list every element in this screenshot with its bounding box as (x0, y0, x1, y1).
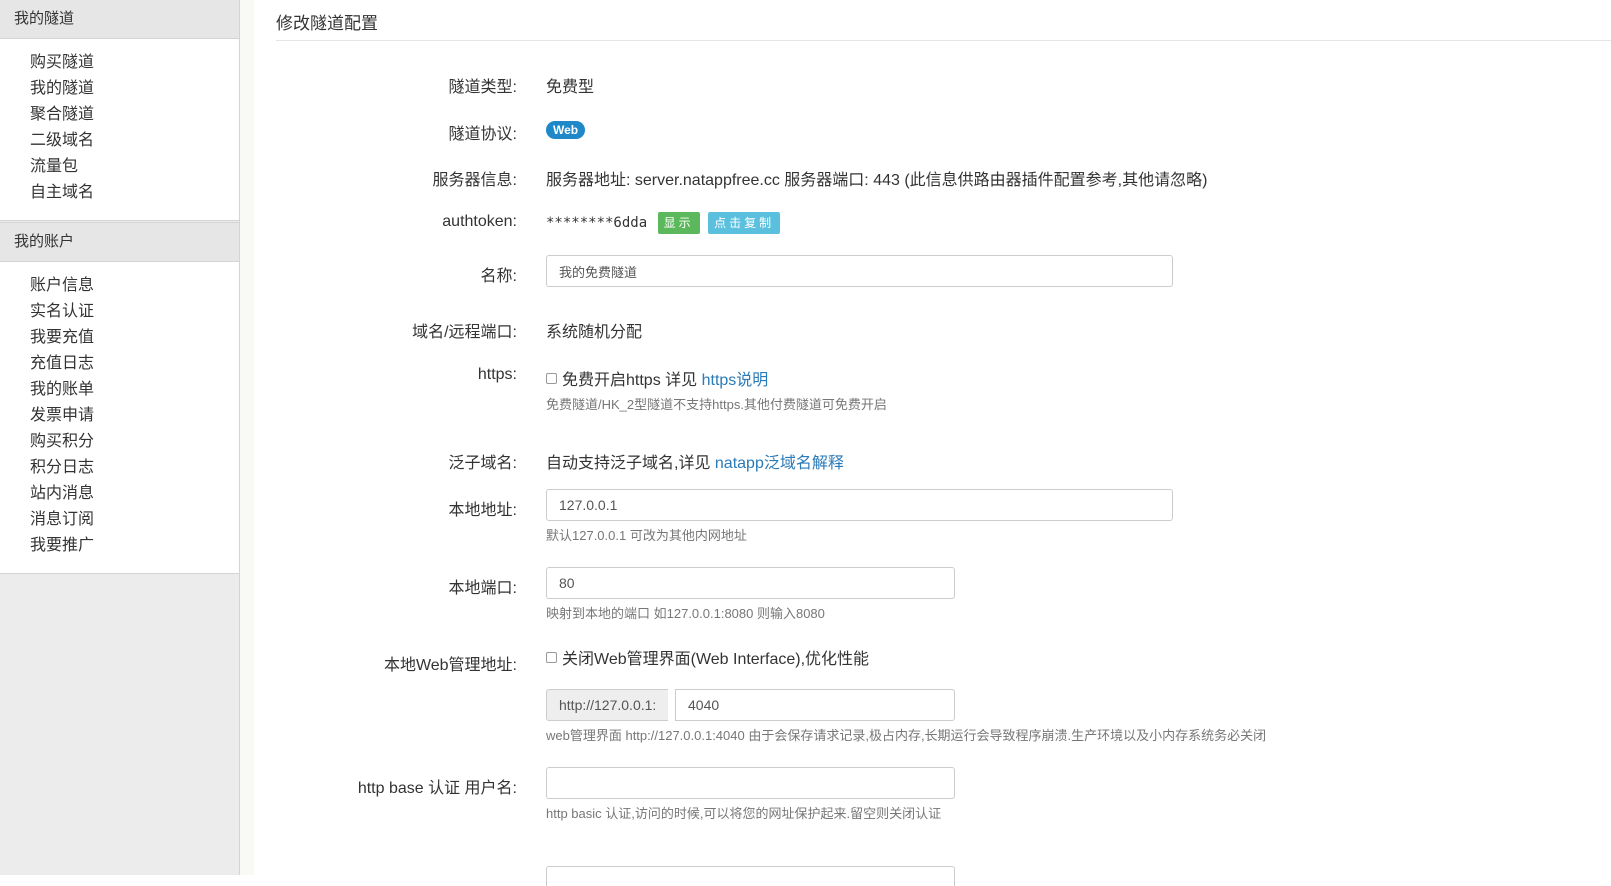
web-interface-help: web管理界面 http://127.0.0.1:4040 由于会保存请求记录,… (546, 728, 1267, 743)
http-auth-password-input[interactable] (546, 866, 955, 886)
local-port-help: 映射到本地的端口 如127.0.0.1:8080 则输入8080 (546, 606, 825, 621)
sidebar-item-promote[interactable]: 我要推广 (0, 533, 239, 559)
wildcard-label: 泛子域名: (448, 455, 517, 472)
sidebar-item-buy-tunnel[interactable]: 购买隧道 (0, 50, 239, 76)
copy-token-button[interactable]: 点击复制 (708, 212, 781, 234)
sidebar-list-tunnels: 购买隧道 我的隧道 聚合隧道 二级域名 流量包 自主域名 (0, 39, 239, 220)
protocol-badge: Web (546, 121, 586, 139)
main-content: 修改隧道配置 隧道类型: 免费型 隧道协议: Web 服务器信息: 服务器地址:… (254, 0, 1611, 886)
tunnel-type-label: 隧道类型: (448, 79, 517, 96)
sidebar-group-tunnels: 我的隧道 购买隧道 我的隧道 聚合隧道 二级域名 流量包 自主域名 (0, 0, 239, 221)
sidebar-item-recharge-log[interactable]: 充值日志 (0, 351, 239, 377)
local-address-help: 默认127.0.0.1 可改为其他内网地址 (546, 528, 747, 543)
server-info-value: 服务器地址: server.natappfree.cc 服务器端口: 443 (… (546, 172, 1208, 189)
sidebar-item-bills[interactable]: 我的账单 (0, 377, 239, 403)
sidebar-header-tunnels[interactable]: 我的隧道 (0, 0, 239, 39)
https-checkbox-text[interactable]: 免费开启https 详见 (562, 372, 697, 389)
http-auth-user-label: http base 认证 用户名: (357, 780, 517, 797)
authtoken-masked: ********6dda (546, 215, 648, 231)
protocol-label: 隧道协议: (448, 126, 517, 143)
sidebar-group-account: 我的账户 账户信息 实名认证 我要充值 充值日志 我的账单 发票申请 购买积分 … (0, 222, 239, 574)
protocol-value: Web (546, 121, 586, 139)
sidebar-item-recharge[interactable]: 我要充值 (0, 325, 239, 351)
web-interface-option: 关闭Web管理界面(Web Interface),优化性能 (546, 645, 869, 669)
show-token-button[interactable]: 显示 (657, 212, 700, 234)
sidebar-item-subscriptions[interactable]: 消息订阅 (0, 507, 239, 533)
sidebar-item-aggregate-tunnel[interactable]: 聚合隧道 (0, 102, 239, 128)
sidebar-item-invoice[interactable]: 发票申请 (0, 403, 239, 429)
sidebar: 我的隧道 购买隧道 我的隧道 聚合隧道 二级域名 流量包 自主域名 我的账户 账… (0, 0, 240, 875)
local-port-label: 本地端口: (448, 580, 517, 597)
name-label: 名称: (480, 268, 517, 285)
sidebar-item-buy-points[interactable]: 购买积分 (0, 429, 239, 455)
server-info-label: 服务器信息: (432, 172, 517, 189)
sidebar-list-account: 账户信息 实名认证 我要充值 充值日志 我的账单 发票申请 购买积分 积分日志 … (0, 262, 239, 573)
web-interface-prefix: http://127.0.0.1: (546, 689, 669, 721)
web-interface-label: 本地Web管理地址: (383, 657, 517, 674)
sidebar-item-account-info[interactable]: 账户信息 (0, 273, 239, 299)
sidebar-item-subdomain[interactable]: 二级域名 (0, 128, 239, 154)
page-title: 修改隧道配置 (276, 14, 378, 33)
local-address-label: 本地地址: (448, 502, 517, 519)
authtoken-value: ********6dda 显示 点击复制 (546, 212, 781, 234)
sidebar-item-verification[interactable]: 实名认证 (0, 299, 239, 325)
http-auth-user-help: http basic 认证,访问的时候,可以将您的网址保护起来.留空则关闭认证 (546, 806, 942, 821)
sidebar-item-traffic-pack[interactable]: 流量包 (0, 154, 239, 180)
local-port-input[interactable] (546, 567, 955, 599)
wildcard-help-link[interactable]: natapp泛域名解释 (715, 455, 844, 472)
tunnel-type-value: 免费型 (546, 79, 595, 96)
http-auth-user-input[interactable] (546, 767, 955, 799)
sidebar-gutter (240, 0, 254, 875)
https-help-text: 免费隧道/HK_2型隧道不支持https.其他付费隧道可免费开启 (546, 397, 887, 412)
sidebar-item-points-log[interactable]: 积分日志 (0, 455, 239, 481)
sidebar-header-account[interactable]: 我的账户 (0, 222, 239, 262)
authtoken-label: authtoken: (442, 213, 517, 230)
sidebar-item-custom-domain[interactable]: 自主域名 (0, 180, 239, 206)
domain-value: 系统随机分配 (546, 324, 643, 341)
web-interface-checkbox[interactable] (546, 652, 557, 664)
sidebar-item-my-tunnels[interactable]: 我的隧道 (0, 76, 239, 102)
wildcard-value: 自动支持泛子域名,详见 natapp泛域名解释 (546, 449, 844, 473)
domain-label: 域名/远程端口: (412, 324, 517, 341)
https-label: https: (477, 366, 517, 383)
https-checkbox[interactable] (546, 373, 557, 385)
name-input[interactable] (546, 255, 1173, 287)
sidebar-item-messages[interactable]: 站内消息 (0, 481, 239, 507)
https-help-link[interactable]: https说明 (702, 372, 769, 389)
title-divider (276, 40, 1611, 41)
wildcard-text: 自动支持泛子域名,详见 (546, 455, 711, 472)
web-interface-checkbox-text[interactable]: 关闭Web管理界面(Web Interface),优化性能 (562, 651, 869, 668)
local-address-input[interactable] (546, 489, 1173, 521)
https-option: 免费开启https 详见 https说明 (546, 366, 768, 390)
web-interface-port-input[interactable] (675, 689, 955, 721)
